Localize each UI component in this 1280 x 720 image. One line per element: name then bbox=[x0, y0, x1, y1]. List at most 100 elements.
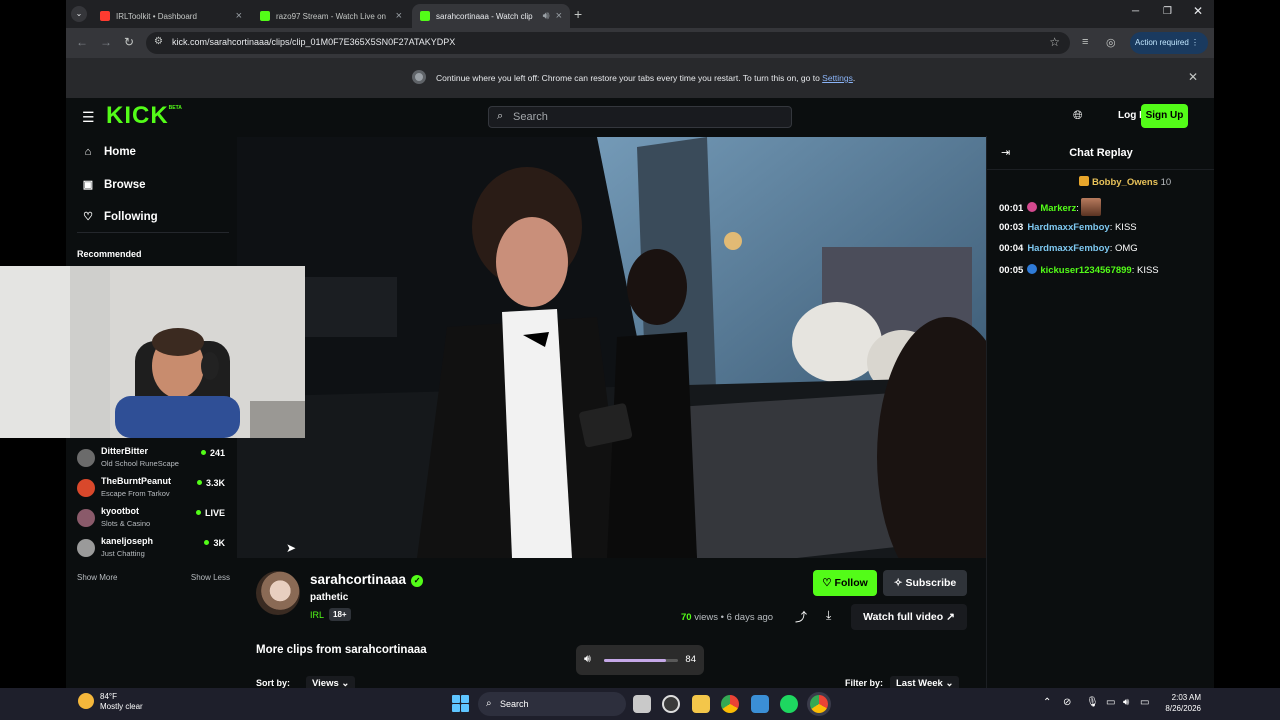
forward-button[interactable]: → bbox=[100, 35, 112, 49]
external-link-icon: ↗ bbox=[946, 611, 955, 623]
kick-logo[interactable]: KICKBETA bbox=[106, 102, 182, 130]
screen: ⌄ IRLToolkit • Dashboard × razo97 Stream… bbox=[0, 0, 1280, 720]
microphone-icon[interactable]: 🎙︎ bbox=[1086, 697, 1099, 708]
sidebar-item-label: Home bbox=[104, 146, 136, 158]
sidebar-item-browse[interactable]: ▣ Browse bbox=[82, 178, 146, 192]
browser-toolbar: ← → ↻ ⚙ kick.com/sarahcortinaaa/clips/cl… bbox=[66, 28, 1214, 58]
views-suffix: views bbox=[691, 612, 718, 623]
sidebar-item-home[interactable]: ⌂ Home bbox=[82, 146, 136, 158]
subscribe-button[interactable]: ✧ Subscribe bbox=[883, 570, 967, 596]
speaker-icon[interactable]: 🔊︎ bbox=[584, 653, 591, 666]
tab-sarahcortinaaa[interactable]: sarahcortinaaa - Watch clip 🔊︎ × bbox=[412, 4, 570, 28]
reading-list-icon[interactable]: ≡ bbox=[1082, 36, 1088, 48]
message-text: : KISS bbox=[1131, 265, 1159, 276]
battery-icon[interactable]: ▭ bbox=[1140, 697, 1149, 708]
close-tab-icon[interactable]: × bbox=[396, 10, 402, 22]
channel-item[interactable]: TheBurntPeanut Escape From Tarkov 3.3K bbox=[77, 476, 229, 504]
clip-category-link[interactable]: IRL bbox=[310, 610, 324, 620]
new-tab-button[interactable]: + bbox=[574, 6, 582, 22]
sort-dropdown[interactable]: Views ⌄ bbox=[306, 676, 356, 688]
avatar bbox=[77, 539, 95, 557]
close-tab-icon[interactable]: × bbox=[556, 10, 562, 22]
menu-icon[interactable]: ☰ bbox=[82, 109, 95, 126]
close-tab-icon[interactable]: × bbox=[236, 10, 242, 22]
message-user[interactable]: kickuser1234567899 bbox=[1040, 265, 1131, 276]
watch-full-video-button[interactable]: Watch full video ↗ bbox=[851, 604, 967, 630]
follow-button[interactable]: ♡ Follow bbox=[813, 570, 877, 596]
close-window-button[interactable]: ✕ bbox=[1193, 4, 1203, 18]
action-required-button[interactable]: Action required ⋮ bbox=[1130, 32, 1208, 54]
filter-by-label: Filter by: bbox=[845, 678, 884, 688]
clock-date: 8/26/2026 bbox=[1165, 704, 1201, 713]
message-time: 00:03 bbox=[999, 222, 1024, 233]
signup-button[interactable]: Sign Up bbox=[1141, 104, 1188, 128]
sort-by-label: Sort by: bbox=[256, 678, 291, 688]
show-hidden-icons-icon[interactable]: ⌃ bbox=[1043, 697, 1051, 708]
photos-icon[interactable] bbox=[751, 695, 769, 713]
pinned-count: 10 bbox=[1160, 177, 1172, 188]
avatar bbox=[77, 509, 95, 527]
taskbar-search[interactable]: ⌕ Search bbox=[478, 692, 626, 716]
pinned-user[interactable]: Bobby_Owens bbox=[1092, 177, 1158, 188]
spotify-icon[interactable] bbox=[780, 695, 798, 713]
task-view-icon[interactable] bbox=[633, 695, 651, 713]
settings-link[interactable]: Settings bbox=[822, 73, 853, 83]
avatar[interactable] bbox=[256, 571, 300, 615]
message-time: 00:01 bbox=[999, 203, 1024, 214]
language-globe-icon[interactable]: 🌐︎ bbox=[1073, 108, 1083, 123]
bookmark-star-icon[interactable]: ☆ bbox=[1049, 35, 1060, 49]
sidebar-item-following[interactable]: ♡ Following bbox=[82, 210, 158, 224]
clip-video-player[interactable] bbox=[237, 137, 986, 558]
obs-icon[interactable] bbox=[662, 695, 680, 713]
network-off-icon[interactable]: ⊘ bbox=[1063, 697, 1071, 708]
file-explorer-icon[interactable] bbox=[692, 695, 710, 713]
tab-razo97[interactable]: razo97 Stream - Watch Live on × bbox=[252, 4, 410, 28]
system-clock[interactable]: 2:03 AM 8/26/2026 bbox=[1163, 692, 1201, 714]
channel-item[interactable]: kaneljoseph Just Chatting 3K bbox=[77, 536, 229, 564]
show-less-button[interactable]: Show Less bbox=[191, 573, 230, 582]
search-box[interactable]: ⌕ bbox=[488, 106, 792, 128]
message-text: : KISS bbox=[1109, 222, 1137, 233]
display-icon[interactable]: ▭ bbox=[1106, 697, 1115, 708]
chrome-active-icon[interactable] bbox=[810, 695, 828, 713]
address-bar[interactable]: ⚙ kick.com/sarahcortinaaa/clips/clip_01M… bbox=[146, 32, 1070, 54]
audio-icon[interactable]: 🔊︎ bbox=[543, 10, 550, 23]
kick-header: ☰ KICKBETA ⌕ 🌐︎ Log In Sign Up bbox=[66, 98, 1214, 136]
message-user[interactable]: HardmaxxFemboy bbox=[1027, 243, 1109, 254]
reload-button[interactable]: ↻ bbox=[124, 35, 134, 49]
filter-dropdown[interactable]: Last Week ⌄ bbox=[890, 676, 960, 688]
site-info-icon[interactable]: ⚙ bbox=[154, 36, 163, 47]
mouse-cursor-icon: ➤ bbox=[286, 541, 297, 555]
restore-button[interactable]: ❐ bbox=[1163, 6, 1172, 17]
webcam-frame bbox=[0, 266, 305, 438]
show-more-button[interactable]: Show More bbox=[77, 573, 117, 582]
avatar bbox=[77, 479, 95, 497]
channel-name-heading[interactable]: sarahcortinaaa ✓ bbox=[310, 572, 424, 587]
mature-badge: 18+ bbox=[329, 608, 351, 621]
sidebar-item-label: Following bbox=[104, 210, 158, 223]
sub-badge-icon bbox=[1027, 202, 1038, 212]
back-button[interactable]: ← bbox=[76, 35, 88, 49]
download-icon[interactable]: ⤓ bbox=[826, 608, 831, 623]
url-text: kick.com/sarahcortinaaa/clips/clip_01M0F… bbox=[172, 37, 456, 47]
video-frame bbox=[237, 137, 986, 558]
infobar-suffix: . bbox=[852, 73, 856, 83]
channel-name: kyootbot bbox=[101, 506, 139, 516]
minimize-button[interactable]: ─ bbox=[1132, 6, 1139, 17]
infobar-text: Continue where you left off: Chrome can … bbox=[436, 73, 820, 83]
channel-item[interactable]: kyootbot Slots & Casino LIVE bbox=[77, 506, 229, 534]
close-infobar-icon[interactable]: ✕ bbox=[1188, 70, 1198, 84]
tab-irltoolkit[interactable]: IRLToolkit • Dashboard × bbox=[92, 4, 250, 28]
channel-item[interactable]: DitterBitter Old School RuneScape 241 bbox=[77, 446, 229, 474]
tab-search-button[interactable]: ⌄ bbox=[71, 6, 87, 22]
message-user[interactable]: HardmaxxFemboy bbox=[1027, 222, 1109, 233]
start-button[interactable] bbox=[452, 695, 469, 712]
volume-slider[interactable] bbox=[604, 659, 678, 662]
volume-icon[interactable]: 🔊︎ bbox=[1123, 697, 1129, 708]
search-input[interactable] bbox=[513, 110, 773, 124]
profile-icon[interactable]: ◎ bbox=[1106, 36, 1116, 49]
share-icon[interactable]: ⤴ bbox=[795, 608, 807, 625]
chrome-taskbar-icon[interactable] bbox=[721, 695, 739, 713]
message-user[interactable]: Markerz bbox=[1040, 203, 1076, 214]
tab-title: sarahcortinaaa - Watch clip bbox=[436, 11, 533, 21]
